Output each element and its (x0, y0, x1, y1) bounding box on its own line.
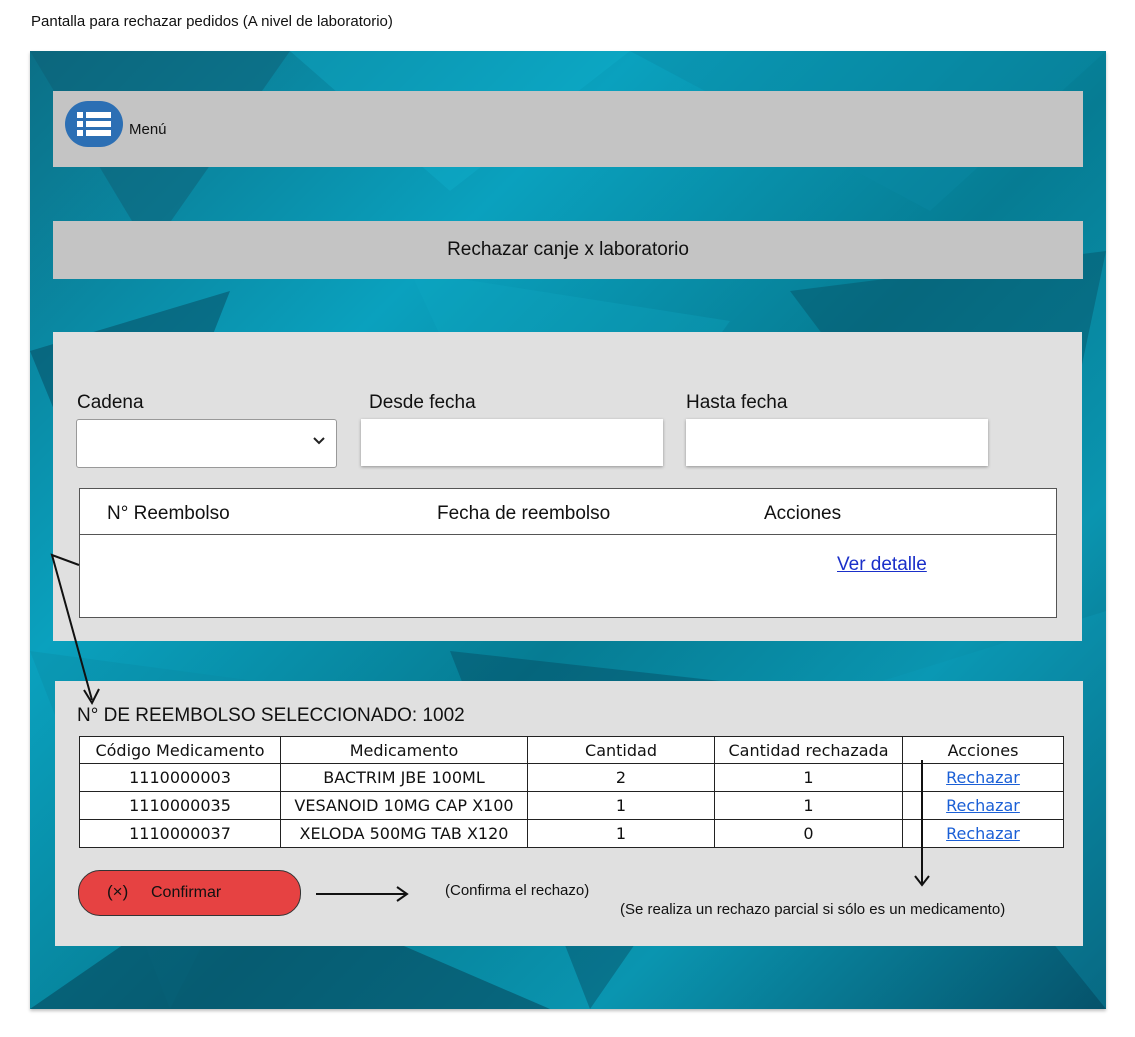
app-frame: Menú Rechazar canje x laboratorio Cadena… (30, 51, 1106, 1009)
table-row: 1110000037 XELODA 500MG TAB X120 1 0 Rec… (79, 819, 1064, 848)
partial-rejection-note: (Se realiza un rechazo parcial si sólo e… (620, 901, 1006, 918)
page-caption: Pantalla para rechazar pedidos (A nivel … (31, 13, 393, 30)
hasta-fecha-input[interactable] (686, 419, 988, 466)
col-acciones: Acciones (764, 503, 842, 524)
medicamento-cell: XELODA 500MG TAB X120 (280, 819, 528, 848)
title-bar: Rechazar canje x laboratorio (53, 221, 1083, 279)
medicamento-cell: BACTRIM JBE 100ML (280, 763, 528, 792)
rechazada-cell: 0 (714, 819, 903, 848)
medicamentos-table-header: Código Medicamento Medicamento Cantidad … (79, 736, 1064, 764)
desde-fecha-label: Desde fecha (369, 392, 476, 413)
codigo-cell: 1110000037 (79, 819, 281, 848)
table-row: 1110000003 BACTRIM JBE 100ML 2 1 Rechaza… (79, 763, 1064, 792)
selected-refund-title: N° DE REEMBOLSO SELECCIONADO: 1002 (77, 705, 465, 726)
confirm-button[interactable]: (×) Confirmar (78, 870, 301, 916)
codigo-cell: 1110000003 (79, 763, 281, 792)
cantidad-cell: 1 (527, 819, 715, 848)
col-cantidad: Cantidad (527, 736, 715, 764)
col-fecha-reembolso: Fecha de reembolso (437, 503, 611, 524)
page-title: Rechazar canje x laboratorio (447, 239, 689, 260)
detail-panel: N° DE REEMBOLSO SELECCIONADO: 1002 Códig… (55, 681, 1083, 946)
menu-label[interactable]: Menú (129, 121, 167, 138)
chevron-down-icon (313, 437, 325, 445)
filter-panel: Cadena Desde fecha Hasta fecha N° Reembo… (53, 332, 1082, 641)
reembolsos-table-header: N° Reembolso Fecha de reembolso Acciones (80, 489, 1056, 535)
col-n-reembolso: N° Reembolso (107, 503, 230, 524)
rechazar-link[interactable]: Rechazar (946, 768, 1020, 787)
cantidad-cell: 2 (527, 763, 715, 792)
rechazar-link[interactable]: Rechazar (946, 796, 1020, 815)
hasta-fecha-label: Hasta fecha (686, 392, 788, 413)
rechazar-link[interactable]: Rechazar (946, 824, 1020, 843)
medicamentos-table: Código Medicamento Medicamento Cantidad … (79, 736, 1064, 848)
reembolsos-table: N° Reembolso Fecha de reembolso Acciones… (79, 488, 1057, 618)
col-cantidad-rechazada: Cantidad rechazada (714, 736, 903, 764)
ver-detalle-link[interactable]: Ver detalle (837, 554, 927, 576)
cadena-label: Cadena (77, 392, 144, 413)
table-row: 1110000035 VESANOID 10MG CAP X100 1 1 Re… (79, 791, 1064, 820)
desde-fecha-input[interactable] (361, 419, 663, 466)
rechazada-cell: 1 (714, 763, 903, 792)
acciones-cell: Rechazar (902, 791, 1064, 820)
list-menu-icon[interactable] (65, 101, 123, 147)
menu-bar: Menú (53, 91, 1083, 167)
medicamento-cell: VESANOID 10MG CAP X100 (280, 791, 528, 820)
close-circle-icon: (×) (107, 882, 129, 901)
acciones-cell: Rechazar (902, 763, 1064, 792)
rechazada-cell: 1 (714, 791, 903, 820)
cadena-select[interactable] (76, 419, 337, 468)
col-medicamento: Medicamento (280, 736, 528, 764)
confirm-note: (Confirma el rechazo) (445, 882, 590, 899)
col-acciones: Acciones (902, 736, 1064, 764)
acciones-cell: Rechazar (902, 819, 1064, 848)
col-codigo: Código Medicamento (79, 736, 281, 764)
cantidad-cell: 1 (527, 791, 715, 820)
confirm-button-label: Confirmar (151, 884, 222, 901)
codigo-cell: 1110000035 (79, 791, 281, 820)
